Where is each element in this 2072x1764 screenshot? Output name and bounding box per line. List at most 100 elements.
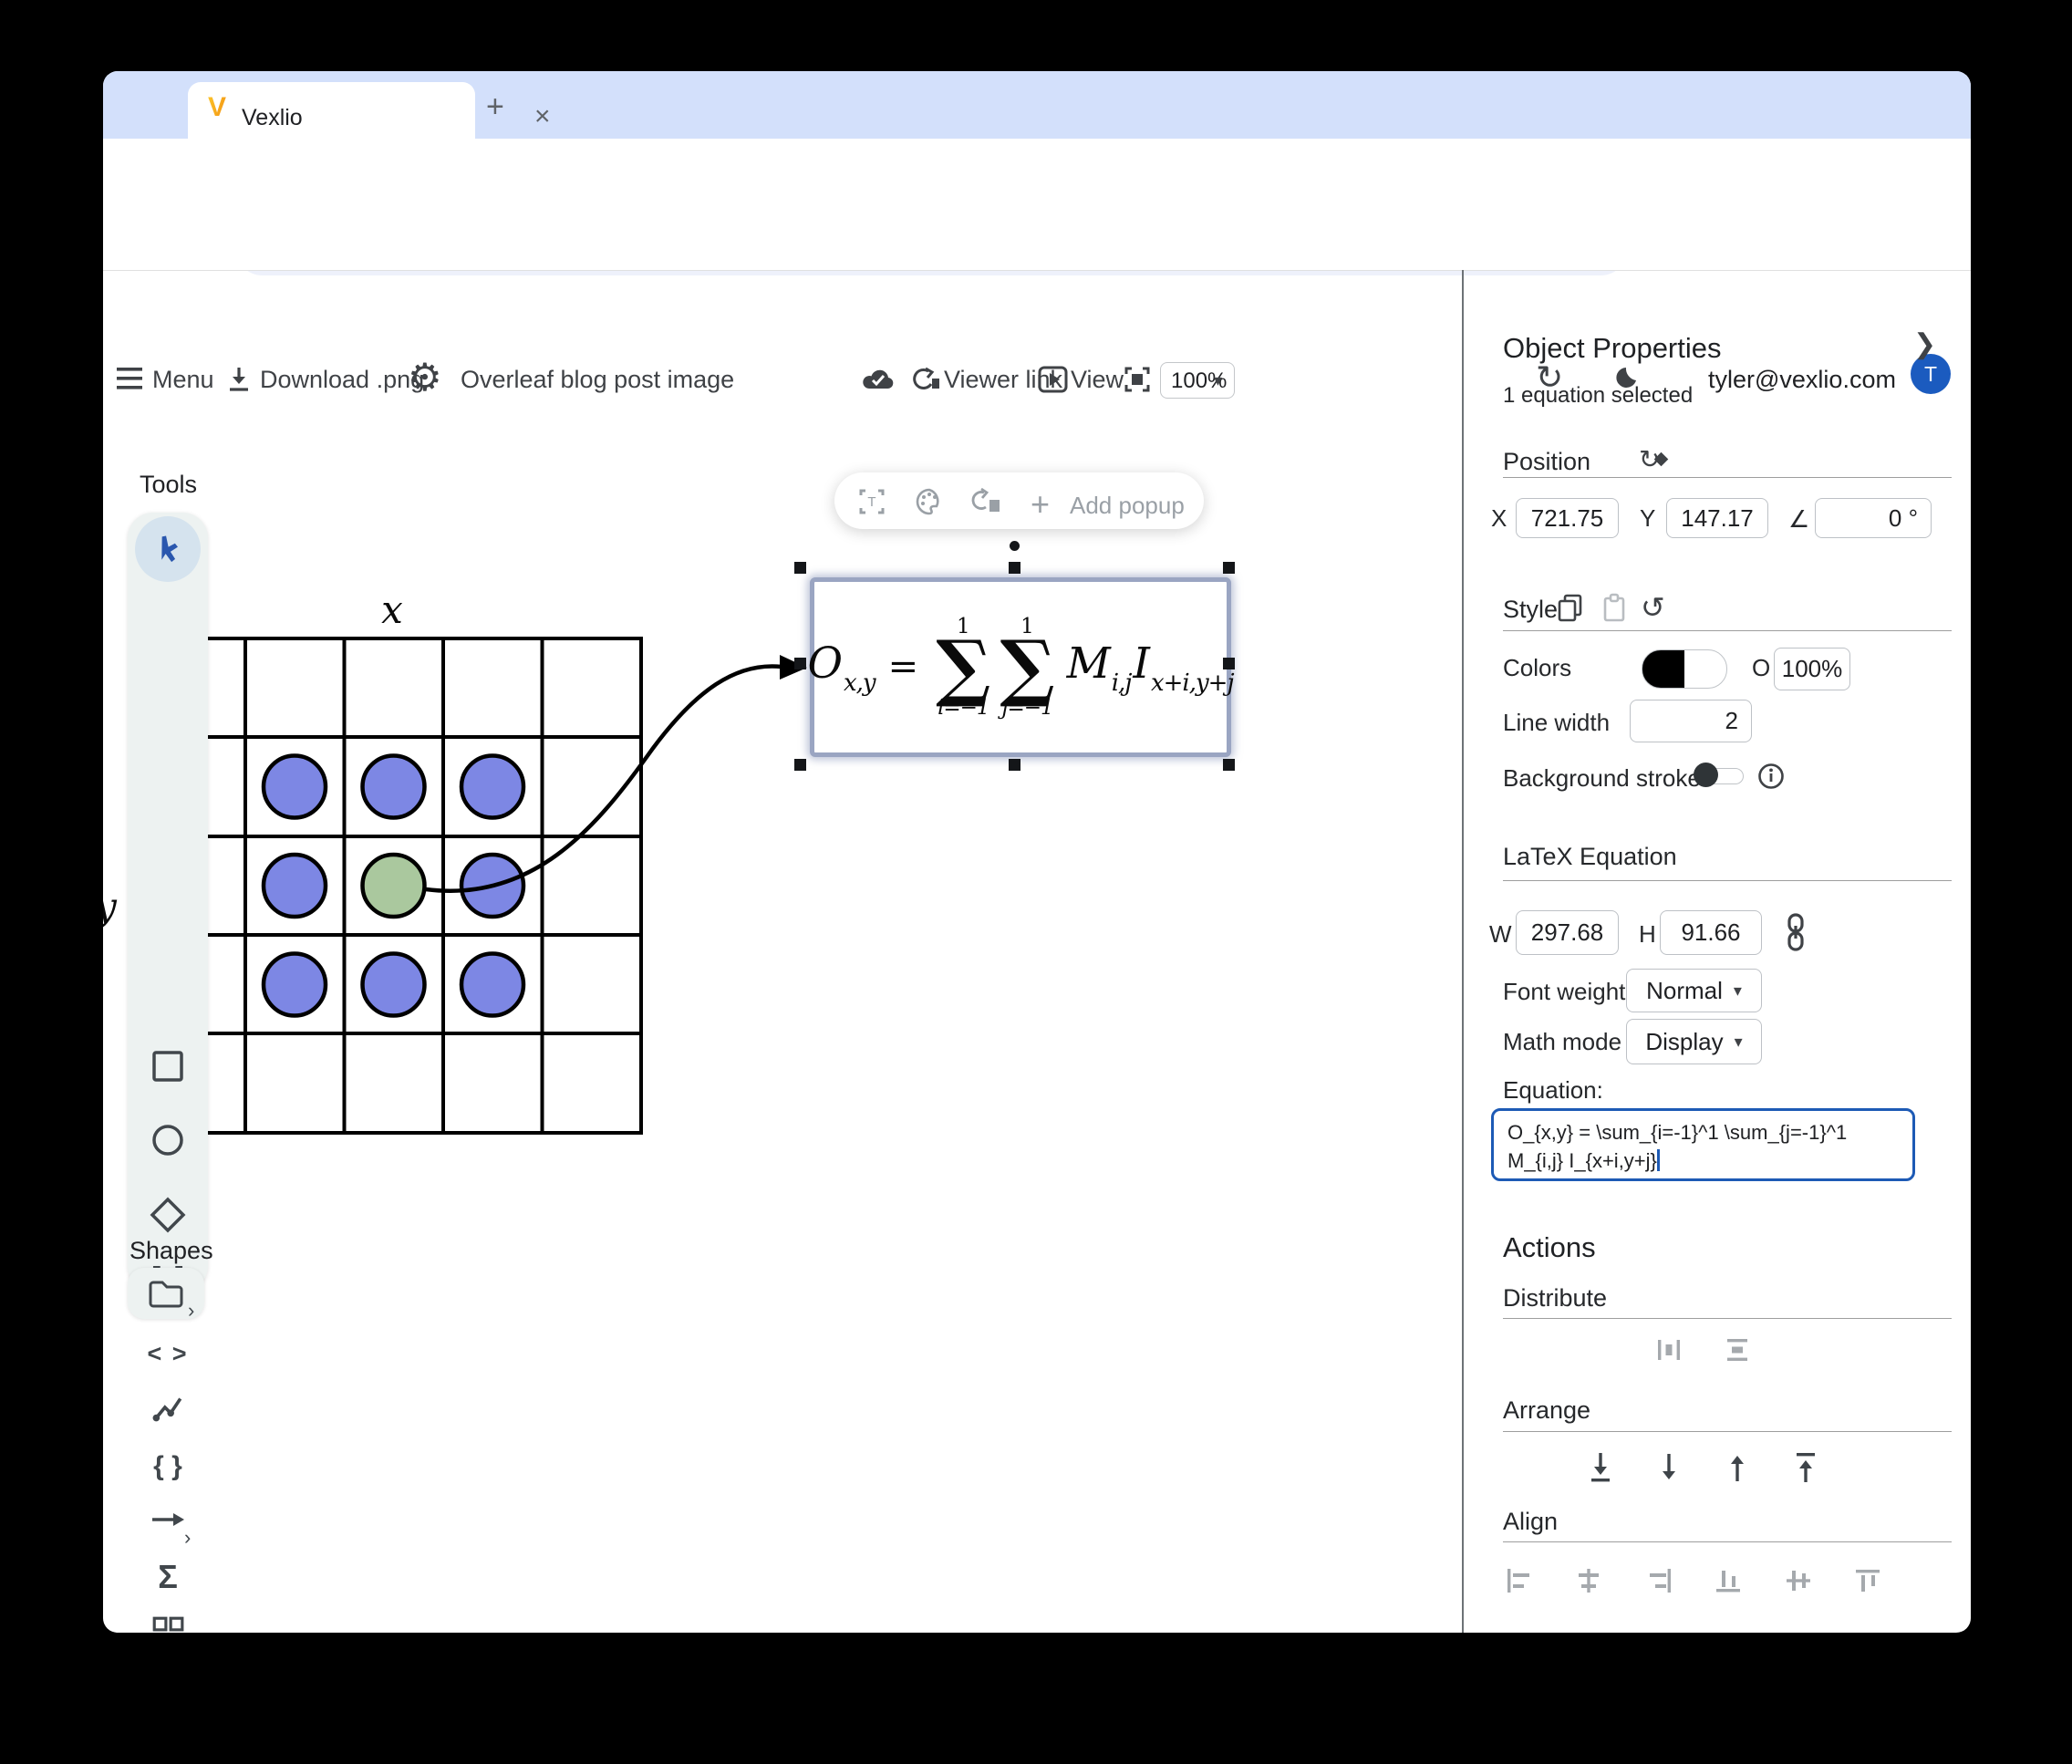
- edit-text-icon[interactable]: T: [857, 487, 886, 516]
- paste-style-icon[interactable]: [1600, 593, 1629, 624]
- width-input[interactable]: 297.68: [1516, 910, 1619, 955]
- rotation-handle[interactable]: [1010, 541, 1020, 551]
- reset-style-icon[interactable]: ↺: [1641, 593, 1665, 622]
- info-icon[interactable]: [1757, 763, 1785, 790]
- selection-handle-s[interactable]: [1009, 759, 1020, 771]
- selection-handle-e[interactable]: [1223, 658, 1235, 669]
- section-divider: [1503, 1318, 1952, 1319]
- add-popup-plus-icon[interactable]: +: [1031, 485, 1050, 524]
- latex-section-label: LaTeX Equation: [1503, 843, 1677, 870]
- pointer-cursor-icon: [161, 535, 179, 563]
- diamond-tool[interactable]: [128, 1189, 208, 1240]
- shapes-section-label: Shapes: [130, 1237, 213, 1264]
- selection-handle-nw[interactable]: [794, 562, 806, 574]
- width-label: W: [1489, 920, 1512, 948]
- align-top-icon[interactable]: [1852, 1565, 1883, 1596]
- braces-tool[interactable]: { }: [128, 1441, 208, 1492]
- rotation-value: 0 °: [1888, 503, 1918, 532]
- math-mode-value: Display: [1645, 1027, 1724, 1055]
- diamond-icon: [150, 1197, 186, 1233]
- equation-code-label: Equation:: [1503, 1076, 1603, 1104]
- selection-handle-w[interactable]: [794, 658, 806, 669]
- convert-link-icon[interactable]: [971, 487, 1002, 516]
- selection-summary: 1 equation selected: [1503, 383, 1694, 408]
- equation-tool[interactable]: Σ: [128, 1551, 208, 1603]
- style-section-label: Style: [1503, 596, 1559, 623]
- line-width-label: Line width: [1503, 709, 1611, 736]
- dropdown-caret-icon: ▾: [1733, 981, 1742, 1000]
- position-x-input[interactable]: 721.75: [1516, 498, 1619, 538]
- y-axis-label: y: [103, 884, 118, 929]
- diagram-canvas[interactable]: x y: [103, 71, 1462, 1633]
- panel-collapse-chevron-icon[interactable]: ❯: [1913, 331, 1936, 358]
- panel-divider: [1462, 270, 1464, 1633]
- opacity-label: O: [1752, 654, 1771, 681]
- distribute-label: Distribute: [1503, 1284, 1608, 1312]
- rectangle-tool[interactable]: [128, 1041, 208, 1092]
- arrange-label: Arrange: [1503, 1396, 1591, 1424]
- toggle-knob: [1694, 763, 1718, 787]
- height-input[interactable]: 91.66: [1660, 910, 1762, 955]
- send-backward-icon[interactable]: [1652, 1449, 1685, 1486]
- ellipse-tool[interactable]: [128, 1115, 208, 1166]
- section-divider: [1503, 630, 1952, 631]
- rendered-equation: Ox,y = 1 ∑ i=−1 1 ∑ j=−1 Mi,j Ix+i,y+j: [807, 615, 1234, 720]
- math-mode-label: Math mode: [1503, 1028, 1622, 1055]
- font-weight-value: Normal: [1646, 976, 1723, 1004]
- shapes-folder-button[interactable]: ›: [128, 1268, 204, 1322]
- bring-forward-icon[interactable]: [1721, 1449, 1754, 1486]
- aspect-lock-chain-icon[interactable]: [1786, 913, 1806, 951]
- position-x-value: 721.75: [1530, 503, 1604, 532]
- copy-style-icon[interactable]: [1556, 593, 1585, 624]
- section-divider: [1503, 1541, 1952, 1542]
- rotation-input[interactable]: 0 °: [1815, 498, 1932, 538]
- selection-handle-n[interactable]: [1009, 562, 1020, 574]
- add-popup-button[interactable]: Add popup: [1070, 493, 1185, 517]
- equation-code-textarea[interactable]: O_{x,y} = \sum_{i=-1}^1 \sum_{j=-1}^1 M_…: [1491, 1108, 1915, 1181]
- selection-handle-se[interactable]: [1223, 759, 1235, 771]
- background-stroke-label: Background stroke: [1503, 764, 1701, 792]
- send-to-back-icon[interactable]: [1584, 1449, 1617, 1486]
- selection-handle-sw[interactable]: [794, 759, 806, 771]
- style-palette-icon[interactable]: [915, 487, 944, 516]
- line-width-input[interactable]: 2: [1630, 700, 1752, 742]
- sigma-icon: Σ: [158, 1558, 178, 1595]
- position-y-input[interactable]: 147.17: [1666, 498, 1768, 538]
- align-bottom-icon[interactable]: [1713, 1565, 1744, 1596]
- bring-to-front-icon[interactable]: [1789, 1449, 1822, 1486]
- background-stroke-toggle[interactable]: [1694, 763, 1744, 787]
- browser-window: V Vexlio × + ← → ↻ app.vexlio.com/d/U2H-…: [103, 71, 1971, 1633]
- select-tool[interactable]: [135, 516, 201, 582]
- app-profile-avatar[interactable]: T: [1911, 354, 1951, 394]
- shape-library-tool[interactable]: [128, 1606, 208, 1633]
- section-divider: [1503, 1431, 1952, 1432]
- distribute-vertical-icon[interactable]: [1721, 1333, 1754, 1366]
- math-mode-dropdown[interactable]: Display ▾: [1626, 1019, 1762, 1064]
- align-center-horizontal-icon[interactable]: [1573, 1565, 1604, 1596]
- polyline-icon: [152, 1397, 182, 1422]
- align-right-icon[interactable]: [1644, 1565, 1675, 1596]
- arrow-tool[interactable]: ›: [128, 1497, 208, 1548]
- selection-mini-toolbar: T + Add popup: [834, 472, 1204, 529]
- selection-handle-ne[interactable]: [1223, 562, 1235, 574]
- shapes-submenu-chevron-icon: ›: [188, 1299, 195, 1322]
- svg-text:T: T: [867, 494, 875, 510]
- polyline-tool[interactable]: [128, 1383, 208, 1434]
- tools-section-label: Tools: [140, 471, 198, 498]
- align-left-icon[interactable]: [1503, 1565, 1534, 1596]
- font-weight-dropdown[interactable]: Normal ▾: [1626, 969, 1762, 1012]
- code-icon: < >: [147, 1339, 189, 1367]
- section-divider: [1503, 880, 1952, 881]
- section-divider: [1503, 477, 1952, 478]
- stroke-fill-color-swatch[interactable]: [1642, 649, 1727, 689]
- width-value: 297.68: [1530, 918, 1604, 946]
- circle-icon: [152, 1125, 183, 1156]
- equation-shape[interactable]: Ox,y = 1 ∑ i=−1 1 ∑ j=−1 Mi,j Ix+i,y+j: [807, 577, 1235, 757]
- code-tool[interactable]: < >: [128, 1328, 208, 1379]
- distribute-horizontal-icon[interactable]: [1652, 1333, 1685, 1366]
- opacity-input[interactable]: 100%: [1774, 648, 1850, 690]
- align-middle-vertical-icon[interactable]: [1783, 1565, 1814, 1596]
- position-y-value: 147.17: [1681, 503, 1754, 532]
- account-email: tyler@vexlio.com: [1708, 366, 1896, 393]
- line-width-value: 2: [1725, 707, 1738, 734]
